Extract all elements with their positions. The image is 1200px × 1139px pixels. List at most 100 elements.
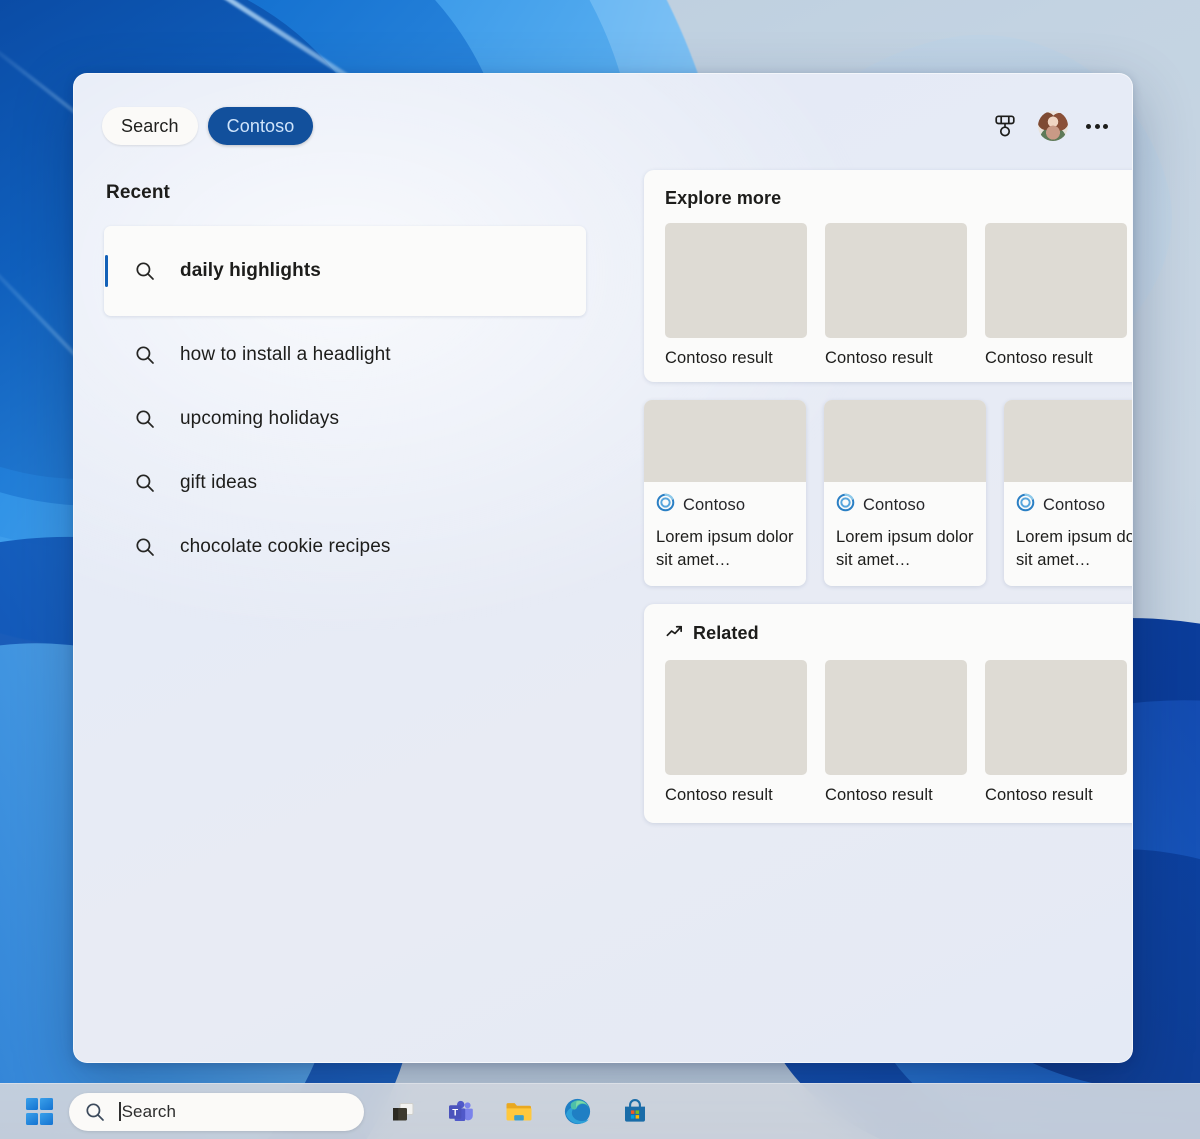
rewards-medal-icon[interactable] (990, 111, 1020, 141)
explore-tile[interactable]: Contoso result (985, 223, 1127, 368)
contoso-logo-icon (656, 493, 675, 517)
brand-label: Contoso (1043, 495, 1106, 514)
article-snippet: Lorem ipsum dolor sit amet… (836, 528, 974, 569)
search-panel: Search Contoso Recent daily highlights h… (73, 73, 1133, 1063)
header-actions (990, 111, 1108, 141)
recent-item[interactable]: upcoming holidays (104, 394, 586, 444)
related-card: Related Contoso result Contoso result Co… (644, 603, 1132, 823)
related-tile[interactable]: Contoso result (825, 659, 967, 805)
recent-list: daily highlights how to install a headli… (104, 226, 586, 572)
explore-more-heading: Explore more (665, 188, 782, 208)
thumbnail-placeholder (644, 400, 806, 482)
thumbnail-placeholder (665, 659, 807, 775)
tile-caption: Contoso result (665, 349, 773, 367)
article-card[interactable]: Contoso Lorem ipsum dolor sit amet… (1004, 400, 1132, 586)
search-icon (134, 408, 156, 430)
search-icon (134, 260, 156, 282)
brand-label: Contoso (683, 495, 746, 514)
search-icon (134, 472, 156, 494)
svg-text:T: T (452, 1107, 458, 1118)
windows-logo-icon (25, 1098, 53, 1125)
article-card[interactable]: Contoso Lorem ipsum dolor sit amet… (824, 400, 986, 586)
thumbnail-placeholder (824, 400, 986, 482)
tile-caption: Contoso result (825, 785, 933, 804)
taskbar-item-teams[interactable]: T (444, 1095, 478, 1129)
explore-tiles-row: Contoso result Contoso result Contoso re… (665, 223, 1132, 368)
recent-item[interactable]: chocolate cookie recipes (104, 522, 586, 572)
thumbnail-placeholder (1004, 400, 1132, 482)
teams-icon: T (449, 1100, 473, 1121)
brand-row: Contoso (836, 493, 974, 517)
article-snippet: Lorem ipsum dolor sit amet… (1016, 528, 1132, 569)
recent-item-label: how to install a headlight (180, 344, 391, 365)
taskbar-search-input[interactable]: Search (69, 1092, 364, 1131)
taskbar-item-edge[interactable] (560, 1095, 594, 1129)
thumbnail-placeholder (985, 223, 1127, 338)
article-body: Contoso Lorem ipsum dolor sit amet… (1004, 482, 1132, 586)
article-snippet: Lorem ipsum dolor sit amet… (656, 528, 794, 569)
explore-tile[interactable]: Contoso result (665, 223, 807, 368)
article-body: Contoso Lorem ipsum dolor sit amet… (824, 482, 986, 586)
explore-tile[interactable]: Contoso result (825, 223, 967, 368)
contoso-logo-icon (1016, 493, 1035, 517)
taskbar: Search T (0, 1083, 1200, 1139)
thumbnail-placeholder (665, 223, 807, 338)
panel-header: Search Contoso (102, 102, 1108, 150)
store-icon (625, 1098, 645, 1122)
brand-row: Contoso (656, 493, 794, 517)
recent-item-label: gift ideas (180, 472, 258, 493)
scope-pill-search[interactable]: Search (102, 107, 198, 145)
text-cursor (119, 1102, 121, 1121)
tile-caption: Contoso result (825, 349, 933, 367)
contoso-logo-icon (836, 493, 855, 517)
thumbnail-placeholder (985, 659, 1127, 775)
recent-heading: Recent (106, 182, 170, 203)
scope-pill-contoso[interactable]: Contoso (207, 107, 314, 145)
taskbar-item-store[interactable] (618, 1095, 652, 1129)
thumbnail-placeholder (825, 223, 967, 338)
related-tiles-row: Contoso result Contoso result Contoso re… (665, 659, 1132, 805)
edge-icon (564, 1098, 590, 1125)
tile-caption: Contoso result (985, 349, 1093, 367)
search-icon (134, 536, 156, 558)
taskbar-app-list: T (386, 1095, 652, 1129)
results-column: Explore more Contoso result Contoso resu… (644, 170, 1132, 823)
related-heading: Related (693, 623, 759, 644)
brand-row: Contoso (1016, 493, 1132, 517)
task-view-icon (393, 1102, 414, 1120)
trending-arrow-icon (665, 622, 684, 646)
recent-item[interactable]: how to install a headlight (104, 330, 586, 380)
taskbar-item-task-view[interactable] (386, 1095, 420, 1129)
avatar[interactable] (1038, 111, 1068, 141)
scope-pill-group: Search Contoso (102, 107, 314, 145)
article-card[interactable]: Contoso Lorem ipsum dolor sit amet… (644, 400, 806, 586)
brand-label: Contoso (863, 495, 926, 514)
recent-item-label: upcoming holidays (180, 408, 340, 429)
recent-item-label: chocolate cookie recipes (180, 536, 391, 557)
recent-item-label: daily highlights (180, 260, 321, 281)
more-options-icon[interactable] (1086, 123, 1108, 129)
tile-caption: Contoso result (665, 785, 773, 804)
article-body: Contoso Lorem ipsum dolor sit amet… (644, 482, 806, 586)
search-icon (85, 1102, 105, 1122)
search-icon (134, 344, 156, 366)
explore-more-card: Explore more Contoso result Contoso resu… (644, 170, 1132, 382)
start-button[interactable] (22, 1095, 56, 1129)
article-cards-row: Contoso Lorem ipsum dolor sit amet… Cont… (644, 400, 1132, 586)
related-tile[interactable]: Contoso result (665, 659, 807, 805)
file-explorer-icon (506, 1102, 532, 1120)
thumbnail-placeholder (825, 659, 967, 775)
related-tile[interactable]: Contoso result (985, 659, 1127, 805)
recent-column: Recent daily highlights how to install a… (104, 182, 586, 572)
recent-item-selected[interactable]: daily highlights (104, 226, 586, 316)
taskbar-item-file-explorer[interactable] (502, 1095, 536, 1129)
related-heading-row: Related (665, 622, 1132, 646)
desktop: Search Contoso Recent daily highlights h… (0, 0, 1200, 1139)
tile-caption: Contoso result (985, 785, 1093, 804)
recent-item[interactable]: gift ideas (104, 458, 586, 508)
selection-indicator (105, 255, 108, 287)
